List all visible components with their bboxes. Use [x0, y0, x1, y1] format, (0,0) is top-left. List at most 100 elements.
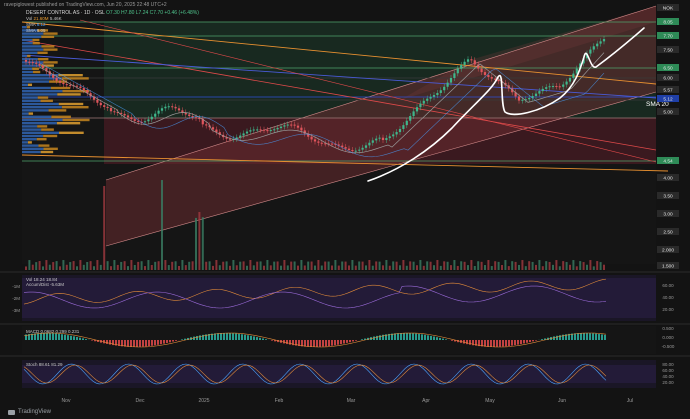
volume-profile-bar-up: [38, 144, 50, 147]
volume-bar: [256, 261, 259, 270]
volume-bar: [195, 217, 197, 270]
volume-bar: [249, 260, 252, 270]
volume-bar: [239, 261, 242, 270]
macd-bar: [601, 334, 603, 340]
candle-body: [150, 116, 153, 120]
macd-tick-0: 0.500: [662, 326, 674, 331]
price-axis-label-6: 5.57: [663, 88, 673, 94]
volume-bar: [161, 180, 163, 270]
candle-body: [371, 140, 374, 143]
sma-1-label: SMA: [26, 22, 36, 27]
candle-body: [35, 62, 38, 64]
volume-bar: [110, 266, 112, 270]
volume-bar: [528, 261, 531, 270]
macd-bar: [514, 340, 516, 346]
volume-profile-bar-up: [37, 96, 49, 99]
candle-body: [188, 114, 191, 117]
volume-bar: [463, 261, 466, 270]
candle-body: [429, 96, 432, 99]
macd-bar: [352, 340, 354, 342]
macd-bar: [139, 340, 141, 347]
volume-bar: [38, 261, 41, 270]
candle-body: [439, 90, 442, 93]
macd-bar: [82, 338, 84, 340]
macd-bar: [169, 340, 171, 343]
volume-bar: [320, 265, 323, 270]
volume-profile-bar: [22, 122, 57, 125]
macd-bar: [61, 334, 63, 340]
candle-body: [381, 137, 385, 141]
volume-profile-bar-up: [43, 147, 58, 150]
candle-body: [147, 119, 150, 122]
candle-body: [364, 145, 368, 148]
tradingview-logo[interactable]: TradingView: [8, 409, 51, 415]
accum-right-tick-0: 60.00: [662, 283, 674, 288]
macd-bar: [271, 340, 273, 341]
volume-bar: [31, 264, 34, 270]
volume-bar: [365, 265, 367, 270]
volume-profile-bar: [22, 54, 28, 58]
candle-body: [517, 96, 521, 101]
stoch-tick-2: 40.00: [662, 374, 674, 379]
candle-body: [293, 124, 296, 126]
volume-bar: [443, 261, 446, 270]
accum-title: Accum/Dist -5.63M: [26, 282, 64, 287]
stoch-tick-0: 80.00: [662, 362, 674, 367]
candle-body: [205, 124, 208, 126]
candle-body: [402, 125, 405, 129]
macd-bar: [517, 340, 519, 345]
volume-profile-bar-up: [48, 109, 67, 112]
chart-canvas[interactable]: SMA 20NOK8.057.707.506.506.005.575.125.0…: [0, 0, 690, 419]
candle-body: [242, 133, 245, 136]
candle-body: [551, 86, 555, 88]
volume-bar: [446, 261, 449, 270]
volume-bar: [450, 265, 452, 270]
volume-bar: [307, 261, 310, 270]
macd-tick-2: -0.500: [662, 344, 675, 349]
volume-profile-bar-up: [40, 99, 53, 102]
macd-bar: [433, 336, 435, 340]
candle-body: [211, 127, 215, 130]
candle-body: [426, 98, 429, 101]
volume-profile-bar: [22, 109, 49, 112]
macd-bar: [409, 333, 411, 340]
macd-bar: [235, 333, 237, 340]
volume-profile-bar: [22, 99, 41, 102]
volume-bar: [331, 265, 333, 270]
candle-body: [269, 130, 272, 132]
volume-profile-bar-up: [58, 102, 84, 106]
macd-bar: [559, 335, 561, 340]
macd-bar: [67, 335, 69, 340]
macd-tick-1: 0.000: [662, 335, 674, 340]
vol-legend: Vol 21.60M 5.46K: [26, 16, 62, 21]
sma-2-value: 6.05: [36, 28, 46, 33]
candle-body: [568, 77, 572, 82]
volume-profile-bar-up: [43, 48, 58, 51]
macd-bar: [250, 335, 252, 340]
candle-body: [41, 65, 45, 69]
price-axis-label-1: 8.05: [663, 20, 673, 26]
macd-bar: [355, 340, 357, 341]
macd-bar: [496, 340, 498, 347]
volume-bar: [184, 265, 187, 270]
candle-body: [378, 137, 381, 139]
macd-bar: [439, 337, 441, 340]
candle-body: [252, 129, 255, 131]
candle-body: [164, 106, 167, 109]
candle-body: [596, 43, 599, 47]
volume-bar: [229, 265, 231, 270]
x-axis-label-0: Nov: [62, 398, 71, 404]
candle-body: [422, 100, 425, 104]
x-axis-label-2: 2025: [198, 398, 209, 404]
price-axis-label-11: 3.50: [663, 194, 673, 200]
accum-left-tick-2: -3M: [12, 308, 20, 313]
macd-bar: [532, 340, 534, 342]
volume-bar: [218, 265, 221, 270]
volume-profile-bar: [22, 134, 44, 138]
macd-bar: [316, 340, 318, 347]
macd-bar: [247, 335, 249, 340]
volume-bar: [259, 261, 262, 270]
macd-bar: [397, 333, 399, 340]
volume-bar: [303, 265, 306, 270]
macd-bar: [325, 340, 327, 347]
